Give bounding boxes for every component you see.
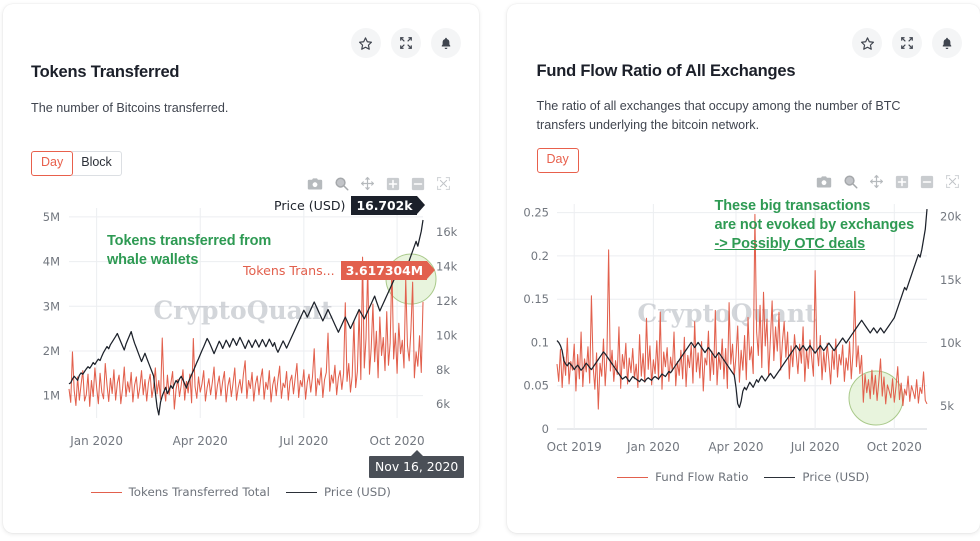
- tooltip-price-label: Price (USD): [274, 198, 351, 213]
- svg-text:0.15: 0.15: [523, 292, 549, 306]
- expand-icon[interactable]: [391, 28, 421, 58]
- tooltip-price: Price (USD) 16.702k: [274, 196, 417, 215]
- legend-label: Tokens Transferred Total: [129, 485, 270, 499]
- svg-text:15k: 15k: [940, 273, 962, 287]
- legend-swatch-black: [764, 477, 795, 478]
- svg-text:0.25: 0.25: [523, 206, 549, 220]
- tooltip-date-text: Nov 16, 2020: [375, 459, 458, 474]
- svg-text:20k: 20k: [940, 210, 962, 224]
- resolution-button-day[interactable]: Day: [537, 148, 579, 173]
- page-title: Fund Flow Ratio of All Exchanges: [537, 62, 796, 81]
- star-icon[interactable]: [852, 28, 882, 58]
- bell-icon[interactable]: [431, 28, 461, 58]
- star-icon[interactable]: [351, 28, 381, 58]
- svg-text:12k: 12k: [436, 294, 458, 308]
- card-header-icons-left: [351, 28, 461, 58]
- legend-label: Fund Flow Ratio: [655, 470, 748, 484]
- svg-text:Oct 2019: Oct 2019: [546, 440, 601, 454]
- svg-text:0.1: 0.1: [530, 335, 548, 349]
- svg-text:CryptoQuant: CryptoQuant: [637, 299, 817, 328]
- svg-text:16k: 16k: [436, 225, 458, 239]
- chart-legend-right: Fund Flow Ratio Price (USD): [507, 470, 980, 484]
- card-header-icons-right: [852, 28, 962, 58]
- tooltip-price-value: 16.702k: [351, 196, 416, 215]
- page-title: Tokens Transferred: [31, 63, 179, 82]
- tooltip-metric-label: Tokens Trans...: [243, 263, 341, 278]
- legend-item-price-usd[interactable]: Price (USD): [286, 485, 391, 499]
- chart-card-tokens-transferred: Tokens Transferred The number of Bitcoin…: [3, 4, 479, 533]
- svg-text:0: 0: [541, 422, 548, 436]
- legend-label: Price (USD): [802, 470, 869, 484]
- svg-text:5k: 5k: [940, 399, 954, 413]
- svg-text:1M: 1M: [43, 389, 60, 403]
- svg-text:Oct 2020: Oct 2020: [866, 440, 921, 454]
- svg-text:10k: 10k: [436, 328, 458, 342]
- legend-item-fund-flow-ratio[interactable]: Fund Flow Ratio: [617, 470, 748, 484]
- resolution-button-day[interactable]: Day: [31, 151, 73, 176]
- resolution-button-block[interactable]: Block: [72, 151, 122, 176]
- zoom-icon[interactable]: [334, 176, 349, 191]
- svg-text:Apr 2020: Apr 2020: [173, 434, 228, 448]
- svg-text:Jul 2020: Jul 2020: [789, 440, 839, 454]
- svg-text:5M: 5M: [43, 210, 60, 224]
- svg-text:0.05: 0.05: [523, 379, 549, 393]
- legend-swatch-red: [617, 477, 648, 478]
- chart-card-fund-flow-ratio: Fund Flow Ratio of All Exchanges The rat…: [507, 4, 980, 533]
- svg-text:Jan 2020: Jan 2020: [69, 434, 123, 448]
- svg-text:6k: 6k: [436, 397, 450, 411]
- dashboard: Tokens Transferred The number of Bitcoin…: [0, 0, 980, 541]
- bell-icon[interactable]: [932, 28, 962, 58]
- legend-swatch-red: [91, 492, 122, 493]
- tooltip-metric: Tokens Trans... 3.617304M: [243, 261, 427, 280]
- chart-legend-left: Tokens Transferred Total Price (USD): [3, 485, 479, 499]
- legend-label: Price (USD): [324, 485, 391, 499]
- tooltip-caret: [411, 450, 423, 456]
- svg-text:CryptoQuant: CryptoQuant: [153, 296, 333, 325]
- autoscale-icon[interactable]: [436, 176, 451, 191]
- resolution-toggle-right: Day: [537, 148, 579, 173]
- legend-swatch-black: [286, 492, 317, 493]
- svg-text:Oct 2020: Oct 2020: [370, 434, 425, 448]
- svg-text:0.2: 0.2: [530, 249, 548, 263]
- legend-item-tokens-transferred-total[interactable]: Tokens Transferred Total: [91, 485, 270, 499]
- pan-icon[interactable]: [360, 176, 375, 191]
- annotation-line-3: -> Possibly OTC deals: [715, 236, 866, 252]
- annotation-otc-deals: These big transactions are not evoked by…: [715, 197, 915, 254]
- annotation-line-2: are not evoked by exchanges: [715, 216, 915, 235]
- camera-icon[interactable]: [307, 177, 323, 191]
- svg-text:Jul 2020: Jul 2020: [278, 434, 328, 448]
- tooltip-metric-value: 3.617304M: [341, 261, 427, 280]
- svg-text:3M: 3M: [43, 299, 60, 313]
- svg-text:8k: 8k: [436, 363, 450, 377]
- svg-text:2M: 2M: [43, 344, 60, 358]
- expand-icon[interactable]: [892, 28, 922, 58]
- card-description: The number of Bitcoins transferred.: [31, 99, 451, 118]
- resolution-toggle-left: Day Block: [31, 151, 122, 176]
- svg-text:14k: 14k: [436, 260, 458, 274]
- zoom-in-icon[interactable]: [386, 177, 400, 191]
- tooltip-date: Nov 16, 2020: [369, 456, 464, 478]
- svg-text:Jan 2020: Jan 2020: [625, 440, 679, 454]
- zoom-out-icon[interactable]: [411, 177, 425, 191]
- legend-item-price-usd[interactable]: Price (USD): [764, 470, 869, 484]
- plot-toolbar-left: [307, 176, 451, 191]
- annotation-line-1: Tokens transferred from: [107, 232, 271, 251]
- card-description: The ratio of all exchanges that occupy a…: [537, 97, 952, 134]
- svg-text:10k: 10k: [940, 336, 962, 350]
- svg-text:4M: 4M: [43, 255, 60, 269]
- svg-text:Apr 2020: Apr 2020: [708, 440, 763, 454]
- annotation-line-1: These big transactions: [715, 197, 915, 216]
